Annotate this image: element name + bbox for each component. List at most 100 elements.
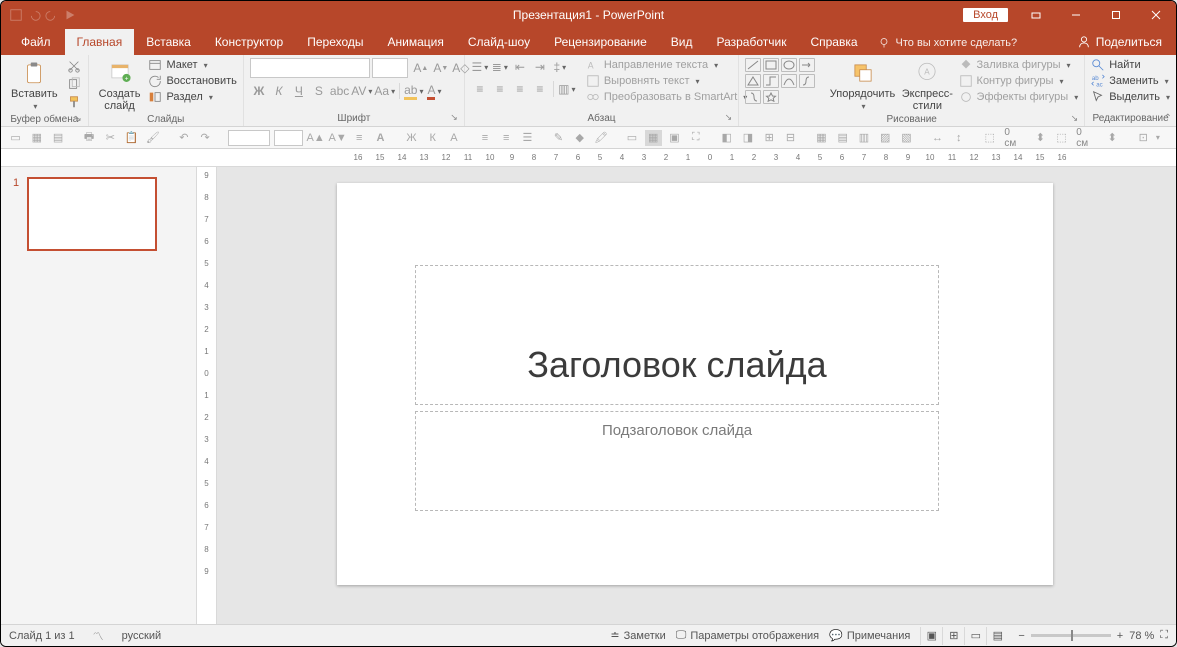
tab-transitions[interactable]: Переходы [295,29,375,55]
qat-save-icon[interactable] [9,8,23,22]
tb-icon[interactable]: ↷ [197,130,214,146]
shape-star-icon[interactable] [763,90,779,104]
bullets-button[interactable]: ☰▾ [471,58,489,76]
normal-view-button[interactable]: ▣ [920,627,942,645]
tb-icon[interactable]: ▧ [898,130,915,146]
tab-insert[interactable]: Вставка [134,29,203,55]
zoom-in-button[interactable]: + [1117,630,1123,642]
notes-button[interactable]: ≐ Заметки [610,629,665,642]
shape-fill-button[interactable]: Заливка фигуры▾ [959,58,1079,72]
tab-home[interactable]: Главная [65,29,135,55]
italic-button[interactable]: К [270,82,288,100]
slideshow-view-button[interactable]: ▤ [986,627,1008,645]
tab-view[interactable]: Вид [659,29,705,55]
tb-icon[interactable]: ⬚ [981,130,998,146]
clipboard-launcher-icon[interactable]: ↘ [74,113,82,124]
minimize-button[interactable] [1056,1,1096,29]
text-direction-button[interactable]: AНаправление текста▾ [586,58,747,72]
underline-button[interactable]: Ч [290,82,308,100]
tb-size-combo[interactable] [274,130,303,146]
ribbon-display-options-button[interactable] [1016,1,1056,29]
tb-icon[interactable]: Ж [403,130,420,146]
tab-review[interactable]: Рецензирование [542,29,659,55]
convert-smartart-button[interactable]: Преобразовать в SmartArt▾ [586,90,747,104]
zoom-slider[interactable] [1031,634,1111,637]
tab-design[interactable]: Конструктор [203,29,295,55]
tb-icon[interactable]: ▭ [7,130,24,146]
status-language[interactable]: русский [122,630,161,642]
tb-icon[interactable]: ▤ [50,130,67,146]
font-size-combo[interactable] [372,58,408,78]
tb-icon[interactable]: ↕ [950,130,967,146]
format-painter-icon[interactable] [66,94,82,110]
numbering-button[interactable]: ≣▾ [491,58,509,76]
shape-line-icon[interactable] [745,58,761,72]
shape-effects-button[interactable]: Эффекты фигуры▾ [959,90,1079,104]
shape-outline-button[interactable]: Контур фигуры▾ [959,74,1079,88]
cut-icon[interactable] [66,58,82,74]
highlight-button[interactable]: ab▾ [404,82,423,100]
section-button[interactable]: Раздел▾ [148,90,236,104]
tell-me-search[interactable]: Что вы хотите сделать? [870,37,1026,55]
title-placeholder[interactable]: Заголовок слайда [415,265,939,405]
fit-to-window-button[interactable]: ⛶ [1160,629,1168,642]
tb-overflow[interactable]: ▾ [1156,133,1160,142]
layout-button[interactable]: Макет▾ [148,58,236,72]
tb-icon[interactable]: ≡ [351,130,368,146]
shape-connector-icon[interactable] [763,74,779,88]
subtitle-placeholder[interactable]: Подзаголовок слайда [415,411,939,511]
strike-button[interactable]: S [310,82,328,100]
slide-thumbnails-pane[interactable]: 1 [1,167,197,624]
tb-icon[interactable]: ⬚ [1053,130,1070,146]
char-spacing-button[interactable]: AV▾ [351,82,372,100]
tb-spinner[interactable]: ⬍ [1032,130,1049,146]
bold-button[interactable]: Ж [250,82,268,100]
tb-icon[interactable]: ↶ [175,130,192,146]
tb-font-combo[interactable] [228,130,270,146]
tb-icon[interactable]: 🖍 [592,130,609,146]
justify-button[interactable]: ≡ [531,80,549,98]
qat-undo-icon[interactable] [27,8,41,22]
drawing-launcher-icon[interactable]: ↘ [1071,113,1079,124]
tb-icon[interactable]: 🖶 [81,130,98,146]
align-right-button[interactable]: ≡ [511,80,529,98]
close-button[interactable] [1136,1,1176,29]
replace-button[interactable]: abacЗаменить▾ [1091,74,1170,88]
align-center-button[interactable]: ≡ [491,80,509,98]
tb-icon[interactable]: ✂ [102,130,119,146]
align-left-button[interactable]: ≡ [471,80,489,98]
tb-icon[interactable]: ◨ [739,130,756,146]
collapse-ribbon-icon[interactable]: ⌃ [1164,113,1172,124]
font-launcher-icon[interactable]: ↘ [450,112,458,123]
tb-icon[interactable]: ▦ [645,130,662,146]
tb-icon[interactable]: ≡ [498,130,515,146]
tab-animations[interactable]: Анимация [376,29,456,55]
tb-icon[interactable]: ▣ [666,130,683,146]
slide[interactable]: Заголовок слайда Подзаголовок слайда [337,183,1053,585]
reading-view-button[interactable]: ▭ [964,627,986,645]
maximize-button[interactable] [1096,1,1136,29]
shape-lbrace-icon[interactable] [799,74,815,88]
tb-icon[interactable]: ⊞ [761,130,778,146]
tb-icon[interactable]: ▥ [855,130,872,146]
paste-button[interactable]: Вставить▾ [7,58,62,112]
align-text-button[interactable]: Выровнять текст▾ [586,74,747,88]
slide-thumbnail-1[interactable] [27,177,157,251]
tab-developer[interactable]: Разработчик [704,29,798,55]
tb-icon[interactable]: ≡ [476,130,493,146]
slide-canvas[interactable]: Заголовок слайда Подзаголовок слайда [217,167,1176,624]
tb-icon[interactable]: ✎ [550,130,567,146]
tb-icon[interactable]: 📋 [123,130,140,146]
tb-icon[interactable]: ▨ [877,130,894,146]
shape-curve-icon[interactable] [781,74,797,88]
tb-icon[interactable]: 🖌 [144,130,161,146]
new-slide-button[interactable]: + Создать слайд [95,58,145,112]
tab-help[interactable]: Справка [798,29,869,55]
shape-triangle-icon[interactable] [745,74,761,88]
zoom-out-button[interactable]: − [1018,630,1024,642]
font-family-combo[interactable] [250,58,370,78]
arrange-button[interactable]: Упорядочить▾ [829,58,896,112]
quick-styles-button[interactable]: A Экспресс- стили [900,58,954,112]
tb-icon[interactable]: A▲ [307,130,325,146]
tb-icon[interactable]: ▭ [623,130,640,146]
